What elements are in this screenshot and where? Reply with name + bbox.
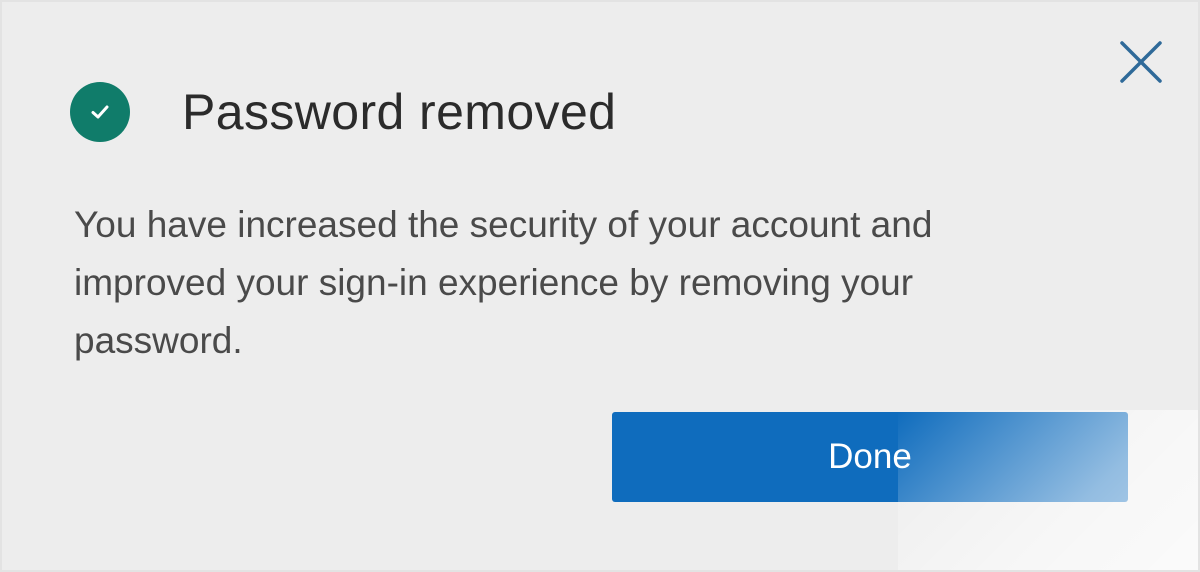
dialog-message: You have increased the security of your … — [74, 204, 933, 361]
close-icon — [1120, 41, 1162, 83]
password-removed-dialog: Password removed You have increased the … — [0, 0, 1200, 572]
dialog-header: Password removed — [70, 80, 616, 144]
done-button[interactable]: Done — [612, 412, 1128, 502]
dialog-title: Password removed — [182, 84, 617, 140]
close-button[interactable] — [1116, 40, 1166, 84]
check-circle-icon — [70, 82, 130, 142]
